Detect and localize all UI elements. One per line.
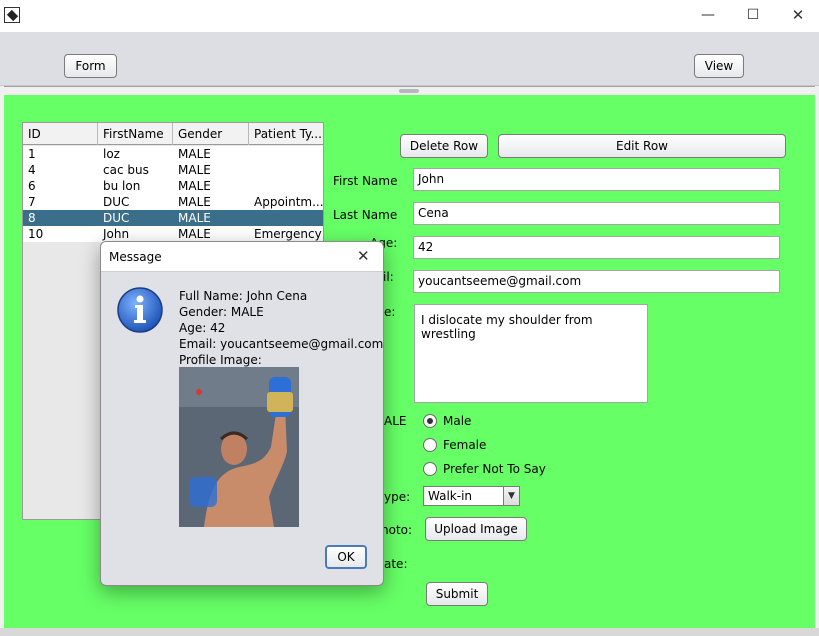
app-icon xyxy=(4,7,20,23)
cell-id: 10 xyxy=(28,227,44,241)
cell-gender: MALE xyxy=(178,211,211,225)
minimize-button[interactable]: — xyxy=(685,0,731,30)
gender-male-radio[interactable] xyxy=(423,414,437,428)
cell-firstname: bu lon xyxy=(103,179,141,193)
email-label: il: xyxy=(383,270,394,284)
message-dialog: Message ✕ Full Name: John Cena Gender: M… xyxy=(100,241,384,586)
split-divider-handle[interactable] xyxy=(399,89,419,93)
cell-id: 7 xyxy=(28,195,36,209)
info-icon xyxy=(117,287,163,333)
gender-male-label[interactable]: Male xyxy=(443,414,471,428)
cell-firstname: loz xyxy=(103,147,120,161)
gender-female-label[interactable]: Female xyxy=(443,438,486,452)
top-toolbar: Form View xyxy=(0,32,819,86)
cell-patient-type: Appointm... xyxy=(254,195,323,209)
cell-gender: MALE xyxy=(178,163,211,177)
cell-gender: MALE xyxy=(178,227,211,241)
table-row[interactable]: 6 bu lon MALE xyxy=(23,178,323,194)
age-field[interactable]: 42 xyxy=(413,236,780,259)
last-name-field[interactable]: Cena xyxy=(413,202,780,225)
cell-firstname: cac bus xyxy=(103,163,149,177)
dialog-profile-image-label: Profile Image: xyxy=(179,353,262,367)
message-textarea[interactable]: I dislocate my shoulder from wrestling xyxy=(414,304,648,403)
chevron-down-icon[interactable]: ▼ xyxy=(503,487,519,505)
delete-row-button[interactable]: Delete Row xyxy=(400,134,488,158)
cell-patient-type xyxy=(249,178,323,194)
close-button[interactable]: ✕ xyxy=(775,0,819,30)
dialog-titlebar: Message ✕ xyxy=(101,242,383,272)
view-button[interactable]: View xyxy=(694,54,744,78)
column-header-firstname[interactable]: FirstName xyxy=(98,123,173,145)
photo-label: noto: xyxy=(381,523,413,537)
column-header-id[interactable]: ID xyxy=(23,123,98,145)
cell-id: 4 xyxy=(28,163,36,177)
dialog-gender: Gender: MALE xyxy=(179,305,264,319)
cell-firstname: DUC xyxy=(103,211,130,225)
cell-patient-type xyxy=(249,162,323,178)
cell-gender: MALE xyxy=(178,179,211,193)
table-row[interactable]: 4 cac bus MALE xyxy=(23,162,323,178)
patient-type-value: Walk-in xyxy=(428,489,473,503)
cell-id: 6 xyxy=(28,179,36,193)
dialog-email: Email: youcantseeme@gmail.com xyxy=(179,337,384,351)
cell-gender: MALE xyxy=(178,147,211,161)
table-row[interactable]: 10 John MALE Emergency xyxy=(23,226,323,242)
first-name-label: First Name xyxy=(333,174,398,188)
dialog-title: Message xyxy=(109,250,162,264)
table-row[interactable]: 1 loz MALE xyxy=(23,146,323,162)
column-header-patient-type[interactable]: Patient Ty... xyxy=(249,123,323,145)
patient-type-select[interactable]: Walk-in ▼ xyxy=(423,486,520,506)
cell-patient-type: Emergency xyxy=(254,227,322,241)
message-label: e: xyxy=(384,305,396,319)
edit-row-button[interactable]: Edit Row xyxy=(498,134,786,158)
cell-id: 1 xyxy=(28,147,36,161)
date-label: ate: xyxy=(384,557,408,571)
submit-button[interactable]: Submit xyxy=(426,582,488,606)
dialog-age: Age: 42 xyxy=(179,321,226,335)
cell-patient-type xyxy=(249,210,323,226)
table-header: ID FirstName Gender Patient Ty... xyxy=(23,123,323,145)
cell-firstname: John xyxy=(103,227,130,241)
patient-type-label: ype: xyxy=(384,490,411,504)
cell-gender: MALE xyxy=(178,195,211,209)
first-name-field[interactable]: John xyxy=(413,168,780,191)
bottom-bar xyxy=(0,628,819,636)
cell-id: 8 xyxy=(28,211,36,225)
dialog-close-icon[interactable]: ✕ xyxy=(357,247,370,265)
gender-label: ALE xyxy=(384,414,407,428)
maximize-button[interactable]: ☐ xyxy=(730,0,776,30)
cell-patient-type xyxy=(249,146,323,162)
gender-prefer-not-label[interactable]: Prefer Not To Say xyxy=(443,462,546,476)
last-name-label: Last Name xyxy=(333,208,398,222)
cell-firstname: DUC xyxy=(103,195,130,209)
table-row-selected[interactable]: 8 DUC MALE xyxy=(23,210,323,226)
table-row[interactable]: 7 DUC MALE Appointm... xyxy=(23,194,323,210)
window-titlebar: — ☐ ✕ xyxy=(0,0,819,32)
profile-image xyxy=(179,367,299,527)
form-button[interactable]: Form xyxy=(64,54,117,78)
column-header-gender[interactable]: Gender xyxy=(173,123,249,145)
gender-female-radio[interactable] xyxy=(423,438,437,452)
split-divider xyxy=(4,86,815,87)
dialog-full-name: Full Name: John Cena xyxy=(179,289,308,303)
email-field[interactable]: youcantseeme@gmail.com xyxy=(413,270,780,293)
ok-button[interactable]: OK xyxy=(325,545,367,569)
upload-image-button[interactable]: Upload Image xyxy=(425,517,527,541)
gender-prefer-not-radio[interactable] xyxy=(423,462,437,476)
